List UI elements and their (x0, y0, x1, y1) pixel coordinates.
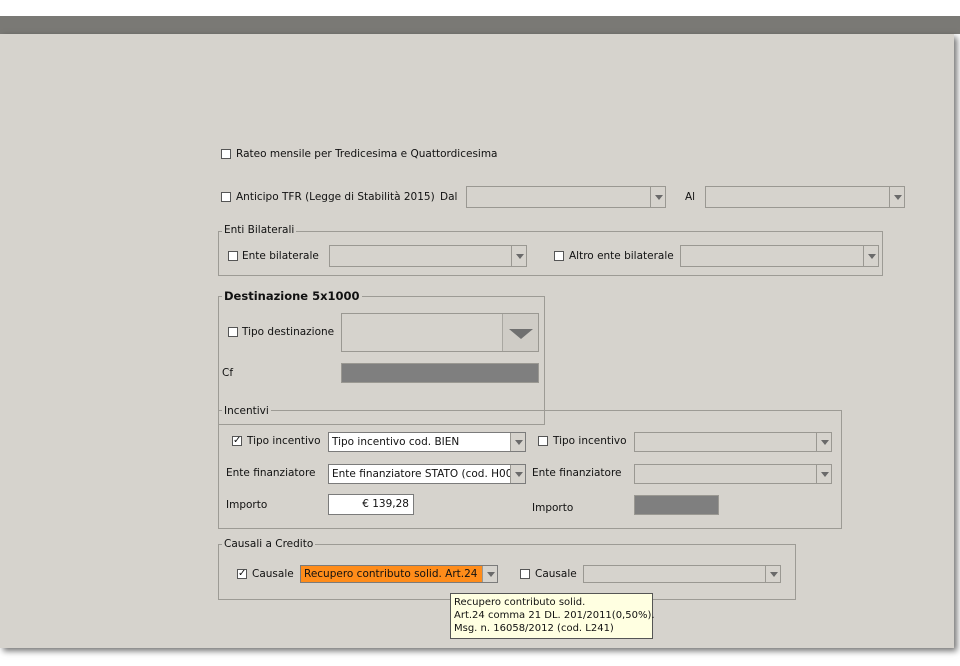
tipo-incentivo-left-checkbox[interactable]: ✓ (232, 436, 242, 446)
tipo-incentivo-left-value: Tipo incentivo cod. BIEN (332, 436, 460, 448)
chevron-down-icon[interactable] (765, 566, 780, 582)
cf-field[interactable] (341, 363, 539, 383)
ente-bilaterale-label: Ente bilaterale (242, 250, 319, 262)
chevron-down-icon[interactable] (889, 187, 904, 207)
ente-bilaterale-checkbox[interactable] (228, 251, 238, 261)
dal-label: Dal (440, 191, 458, 203)
chevron-down-icon[interactable] (510, 433, 525, 451)
tipo-incentivo-left-label: Tipo incentivo (247, 435, 321, 447)
ente-finanziatore-right-combo[interactable] (634, 464, 832, 484)
altro-ente-label: Altro ente bilaterale (569, 250, 674, 262)
chevron-down-icon[interactable] (510, 465, 525, 483)
rateo-checkbox[interactable] (221, 149, 231, 159)
window-titlebar (0, 16, 960, 34)
causale-left-checkbox[interactable]: ✓ (237, 569, 247, 579)
causale-right-label: Causale (535, 568, 577, 580)
chevron-down-icon[interactable] (863, 246, 878, 266)
chevron-down-icon[interactable] (816, 465, 831, 483)
tipo-incentivo-right-combo[interactable] (634, 432, 832, 452)
enti-bilaterali-title: Enti Bilaterali (222, 223, 297, 237)
ente-finanziatore-right-label: Ente finanziatore (532, 467, 622, 479)
tipo-destinazione-checkbox[interactable] (228, 327, 238, 337)
altro-ente-combo[interactable] (680, 245, 879, 267)
causali-title: Causali a Credito (222, 537, 316, 551)
al-combo[interactable] (705, 186, 905, 208)
causale-tooltip: Recupero contributo solid. Art.24 comma … (450, 593, 655, 639)
chevron-down-icon[interactable] (482, 566, 497, 582)
al-label: Al (685, 191, 696, 203)
ente-finanziatore-left-value: Ente finanziatore STATO (cod. H00) (332, 468, 517, 480)
anticipo-tfr-label: Anticipo TFR (Legge di Stabilità 2015) (236, 191, 435, 203)
rateo-label: Rateo mensile per Tredicesima e Quattord… (236, 148, 498, 160)
cf-label: Cf (222, 367, 234, 379)
tipo-destinazione-label: Tipo destinazione (242, 326, 335, 338)
tipo-destinazione-combo[interactable] (341, 313, 539, 352)
importo-left-value: € 139,28 (362, 498, 409, 510)
causale-left-value: Recupero contributo solid. Art.24 (304, 568, 478, 580)
causale-left-label: Causale (252, 568, 294, 580)
tipo-incentivo-right-label: Tipo incentivo (553, 435, 627, 447)
importo-right-field[interactable] (634, 495, 719, 515)
dal-combo[interactable] (466, 186, 666, 208)
importo-left-label: Importo (226, 499, 268, 511)
tipo-incentivo-left-combo[interactable]: Tipo incentivo cod. BIEN (328, 432, 526, 452)
tipo-incentivo-right-checkbox[interactable] (538, 436, 548, 446)
chevron-down-icon[interactable] (650, 187, 665, 207)
chevron-down-icon[interactable] (502, 314, 538, 351)
form-panel: Rateo mensile per Tredicesima e Quattord… (0, 34, 954, 648)
causale-right-checkbox[interactable] (520, 569, 530, 579)
causale-left-combo[interactable]: Recupero contributo solid. Art.24 (300, 565, 498, 583)
tooltip-line: Msg. n. 16058/2012 (cod. L241) (454, 623, 614, 634)
destinazione-title: Destinazione 5x1000 (222, 289, 362, 303)
incentivi-title: Incentivi (222, 404, 271, 418)
importo-right-label: Importo (532, 502, 574, 514)
ente-finanziatore-left-combo[interactable]: Ente finanziatore STATO (cod. H00) (328, 464, 526, 484)
anticipo-tfr-checkbox[interactable] (221, 192, 231, 202)
chevron-down-icon[interactable] (816, 433, 831, 451)
chevron-down-icon[interactable] (511, 246, 526, 266)
altro-ente-checkbox[interactable] (554, 251, 564, 261)
tooltip-line: Recupero contributo solid. (454, 597, 586, 608)
ente-finanziatore-left-label: Ente finanziatore (226, 467, 316, 479)
ente-bilaterale-combo[interactable] (329, 245, 527, 267)
causale-right-combo[interactable] (583, 565, 781, 583)
importo-left-field[interactable]: € 139,28 (328, 494, 414, 515)
tooltip-line: Art.24 comma 21 DL. 201/2011(0,50%). (454, 610, 655, 621)
